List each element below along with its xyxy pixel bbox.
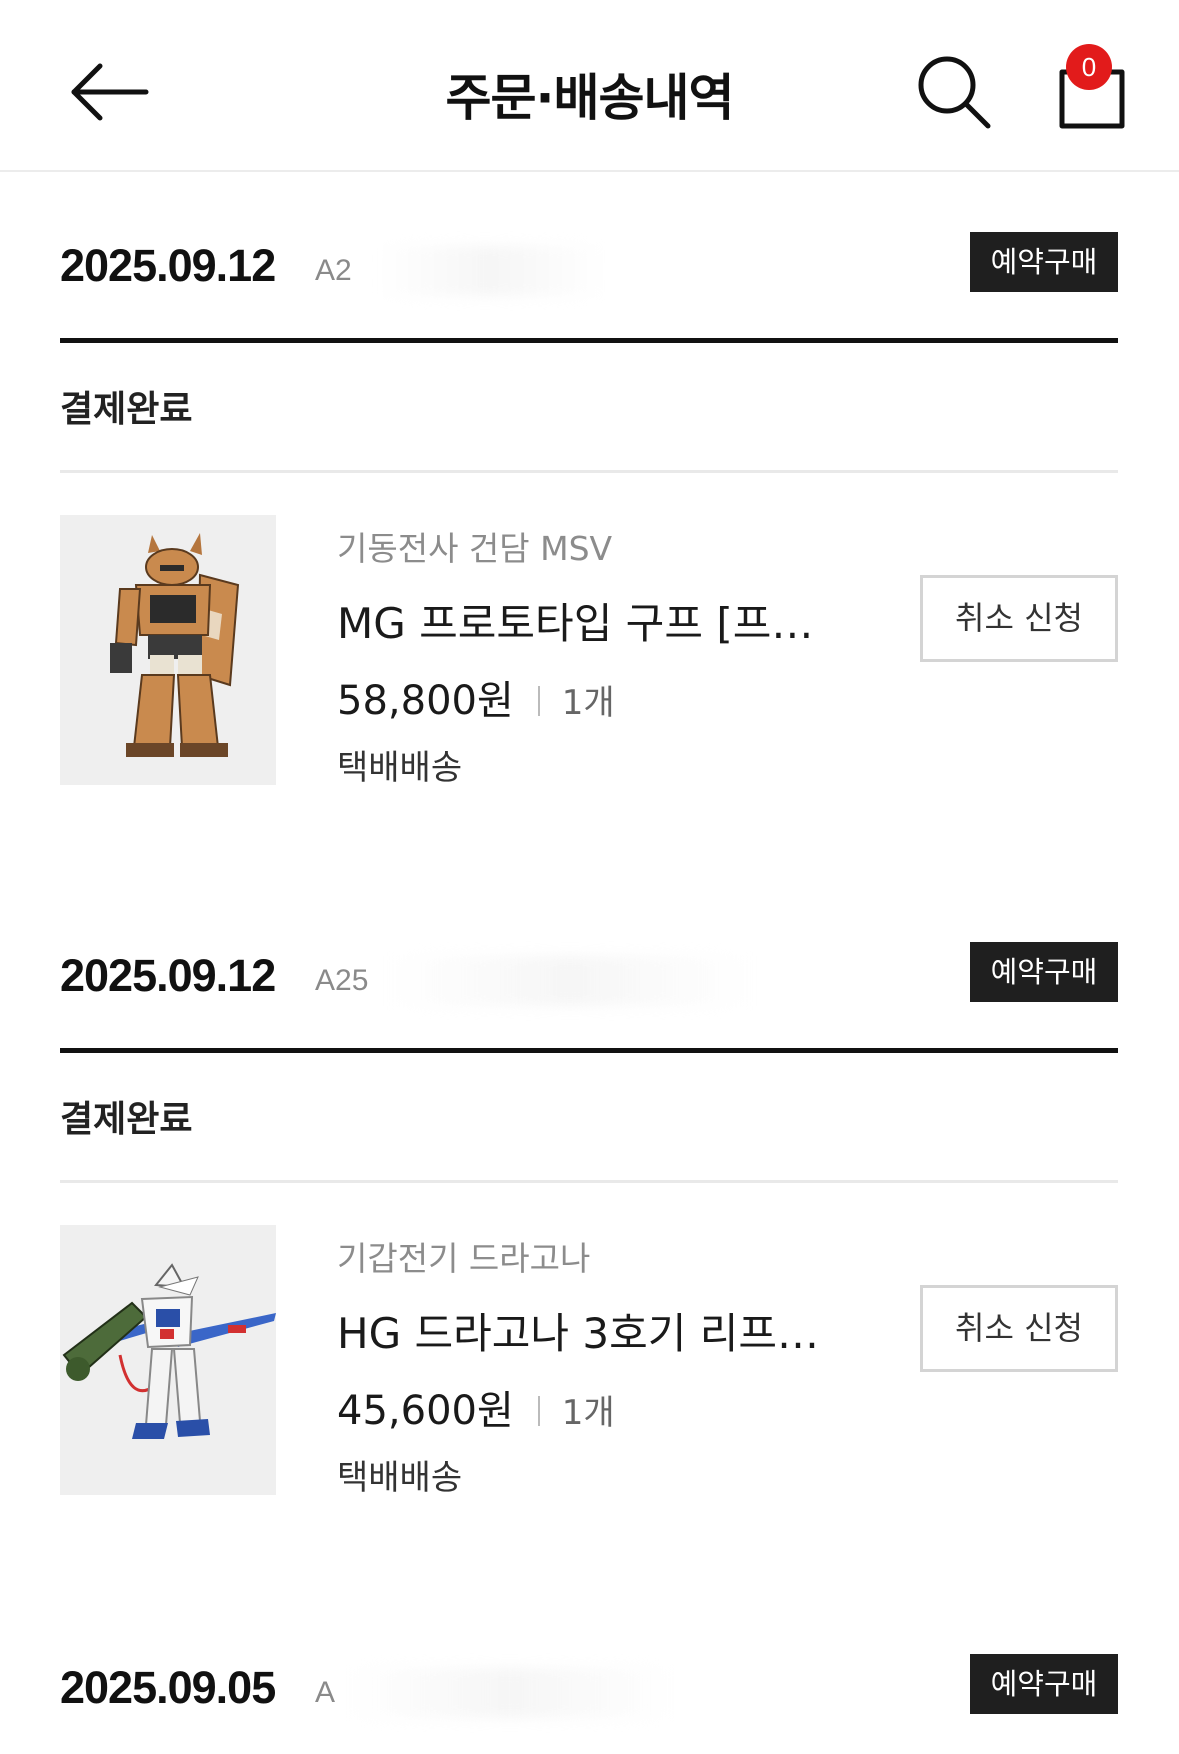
delivery-method: 택배배송 <box>337 748 463 788</box>
product-thumbnail[interactable] <box>60 515 276 785</box>
product-price: 45,600원 <box>337 1388 514 1434</box>
order-date: 2025.09.05 <box>60 1662 276 1713</box>
product-name[interactable]: MG 프로토타입 구프 [프리… <box>337 590 847 651</box>
product-price: 58,800원 <box>337 678 514 724</box>
order-status: 결제완료 <box>60 1099 193 1140</box>
dragonar-figure-image <box>60 1225 276 1495</box>
top-app-bar: 주문·배송내역 0 <box>0 0 1179 172</box>
divider <box>60 470 1118 473</box>
cart-count-badge: 0 <box>1066 44 1112 90</box>
divider <box>60 1048 1118 1053</box>
product-quantity: 1개 <box>561 683 615 723</box>
reservation-tag: 예약구매 <box>970 942 1118 1002</box>
price-row: 58,800원 1개 <box>337 668 615 726</box>
price-row: 45,600원 1개 <box>337 1378 615 1436</box>
order-number-redaction <box>345 1668 675 1718</box>
product-name[interactable]: HG 드라고나 3호기 리프터… <box>337 1300 847 1361</box>
reservation-tag: 예약구매 <box>970 1654 1118 1714</box>
delivery-method: 택배배송 <box>337 1458 463 1498</box>
gouf-figure-image <box>60 515 276 785</box>
search-button[interactable] <box>912 50 996 134</box>
order-number: A2 <box>315 254 352 287</box>
reservation-tag: 예약구매 <box>970 232 1118 292</box>
order-number-redaction <box>390 956 750 1006</box>
order-history-screen: 주문·배송내역 0 2025.09.12 A2 예약구매 결제완료 기동전사 건… <box>0 0 1179 1754</box>
order-number-redaction <box>370 246 600 296</box>
product-thumbnail[interactable] <box>60 1225 276 1495</box>
product-quantity: 1개 <box>561 1393 615 1433</box>
product-category: 기갑전기 드라고나 <box>337 1239 591 1278</box>
price-separator <box>537 1396 540 1426</box>
order-number: A25 <box>315 964 369 997</box>
page-title: 주문·배송내역 <box>445 69 735 127</box>
cancel-request-button[interactable]: 취소 신청 <box>920 1285 1118 1372</box>
divider <box>60 338 1118 343</box>
product-category: 기동전사 건담 MSV <box>337 529 613 568</box>
order-date: 2025.09.12 <box>60 240 276 291</box>
cancel-request-button[interactable]: 취소 신청 <box>920 575 1118 662</box>
price-separator <box>537 686 540 716</box>
order-status: 결제완료 <box>60 389 193 430</box>
order-date: 2025.09.12 <box>60 950 276 1001</box>
search-icon <box>918 56 991 129</box>
divider <box>60 1180 1118 1183</box>
order-number: A <box>315 1676 336 1709</box>
